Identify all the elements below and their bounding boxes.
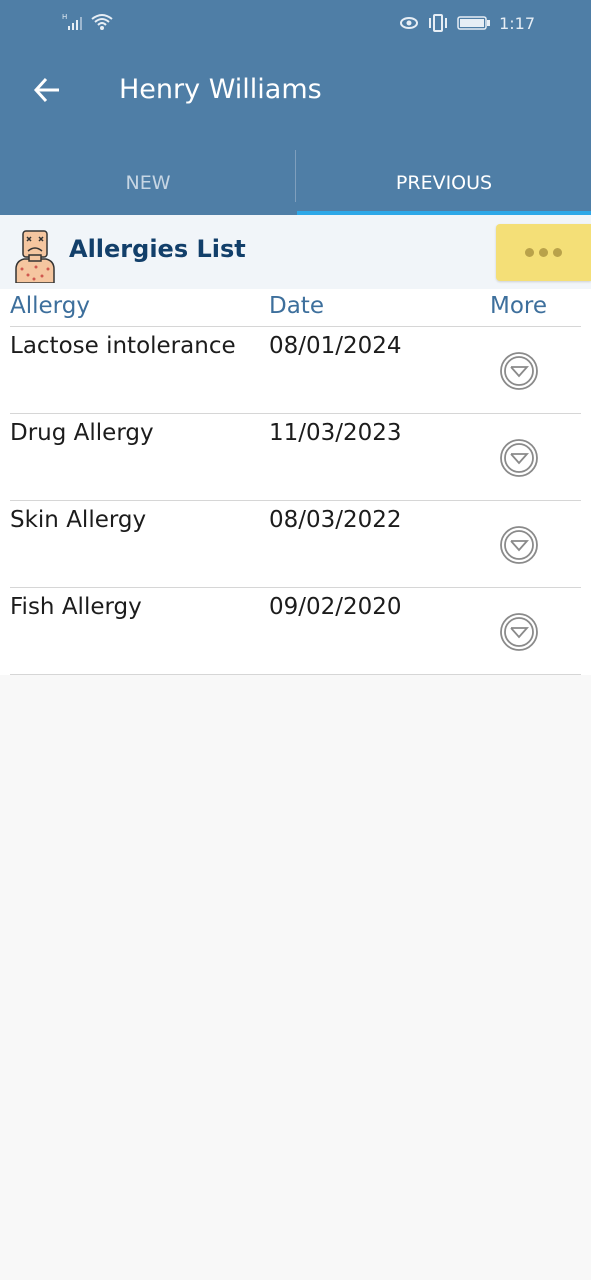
row-divider [10,674,581,675]
eye-icon [400,17,419,29]
table-row: Skin Allergy 08/03/2022 [0,501,591,588]
more-dots-icon [525,248,562,257]
expand-circle-icon[interactable] [499,612,539,652]
signal-icon: H [62,13,82,30]
status-right: 1:17 [399,12,535,34]
page-title: Henry Williams [119,74,322,105]
wifi-icon [91,14,113,30]
expand-circle-icon[interactable] [499,525,539,565]
allergy-date: 08/03/2022 [269,507,402,533]
column-header-date: Date [269,293,324,319]
allergy-person-icon [15,230,55,283]
allergy-name: Lactose intolerance [10,333,236,359]
arrow-left-icon [33,77,59,103]
tab-previous[interactable]: PREVIOUS [297,150,591,215]
allergy-date: 09/02/2020 [269,594,402,620]
allergies-panel: Allergies List Allergy Date More Lactose… [0,215,591,675]
svg-text:H: H [62,13,67,21]
back-button[interactable] [27,70,67,110]
allergy-name: Skin Allergy [10,507,147,533]
allergy-name: Drug Allergy [10,420,154,446]
column-header-allergy: Allergy [10,293,90,319]
table-row: Fish Allergy 09/02/2020 [0,588,591,675]
battery-icon [457,16,491,30]
status-bar: H 1:17 [0,0,591,45]
list-header: Allergies List [0,215,591,289]
tab-divider [295,150,296,202]
vibrate-icon [429,14,448,32]
expand-circle-icon[interactable] [499,351,539,391]
allergy-date: 08/01/2024 [269,333,402,359]
status-left: H [62,12,122,34]
app-header: H 1:17 Henry Williams NEW PREVIOUS [0,0,591,215]
column-header-more: More [490,293,548,319]
table-row: Drug Allergy 11/03/2023 [0,414,591,501]
more-options-button[interactable] [496,224,591,281]
list-title: Allergies List [69,235,246,263]
allergy-date: 11/03/2023 [269,420,402,446]
tab-bar: NEW PREVIOUS [0,150,591,215]
table-row: Lactose intolerance 08/01/2024 [0,327,591,414]
tab-new[interactable]: NEW [0,150,296,215]
status-time: 1:17 [499,13,535,33]
expand-circle-icon[interactable] [499,438,539,478]
allergy-name: Fish Allergy [10,594,142,620]
